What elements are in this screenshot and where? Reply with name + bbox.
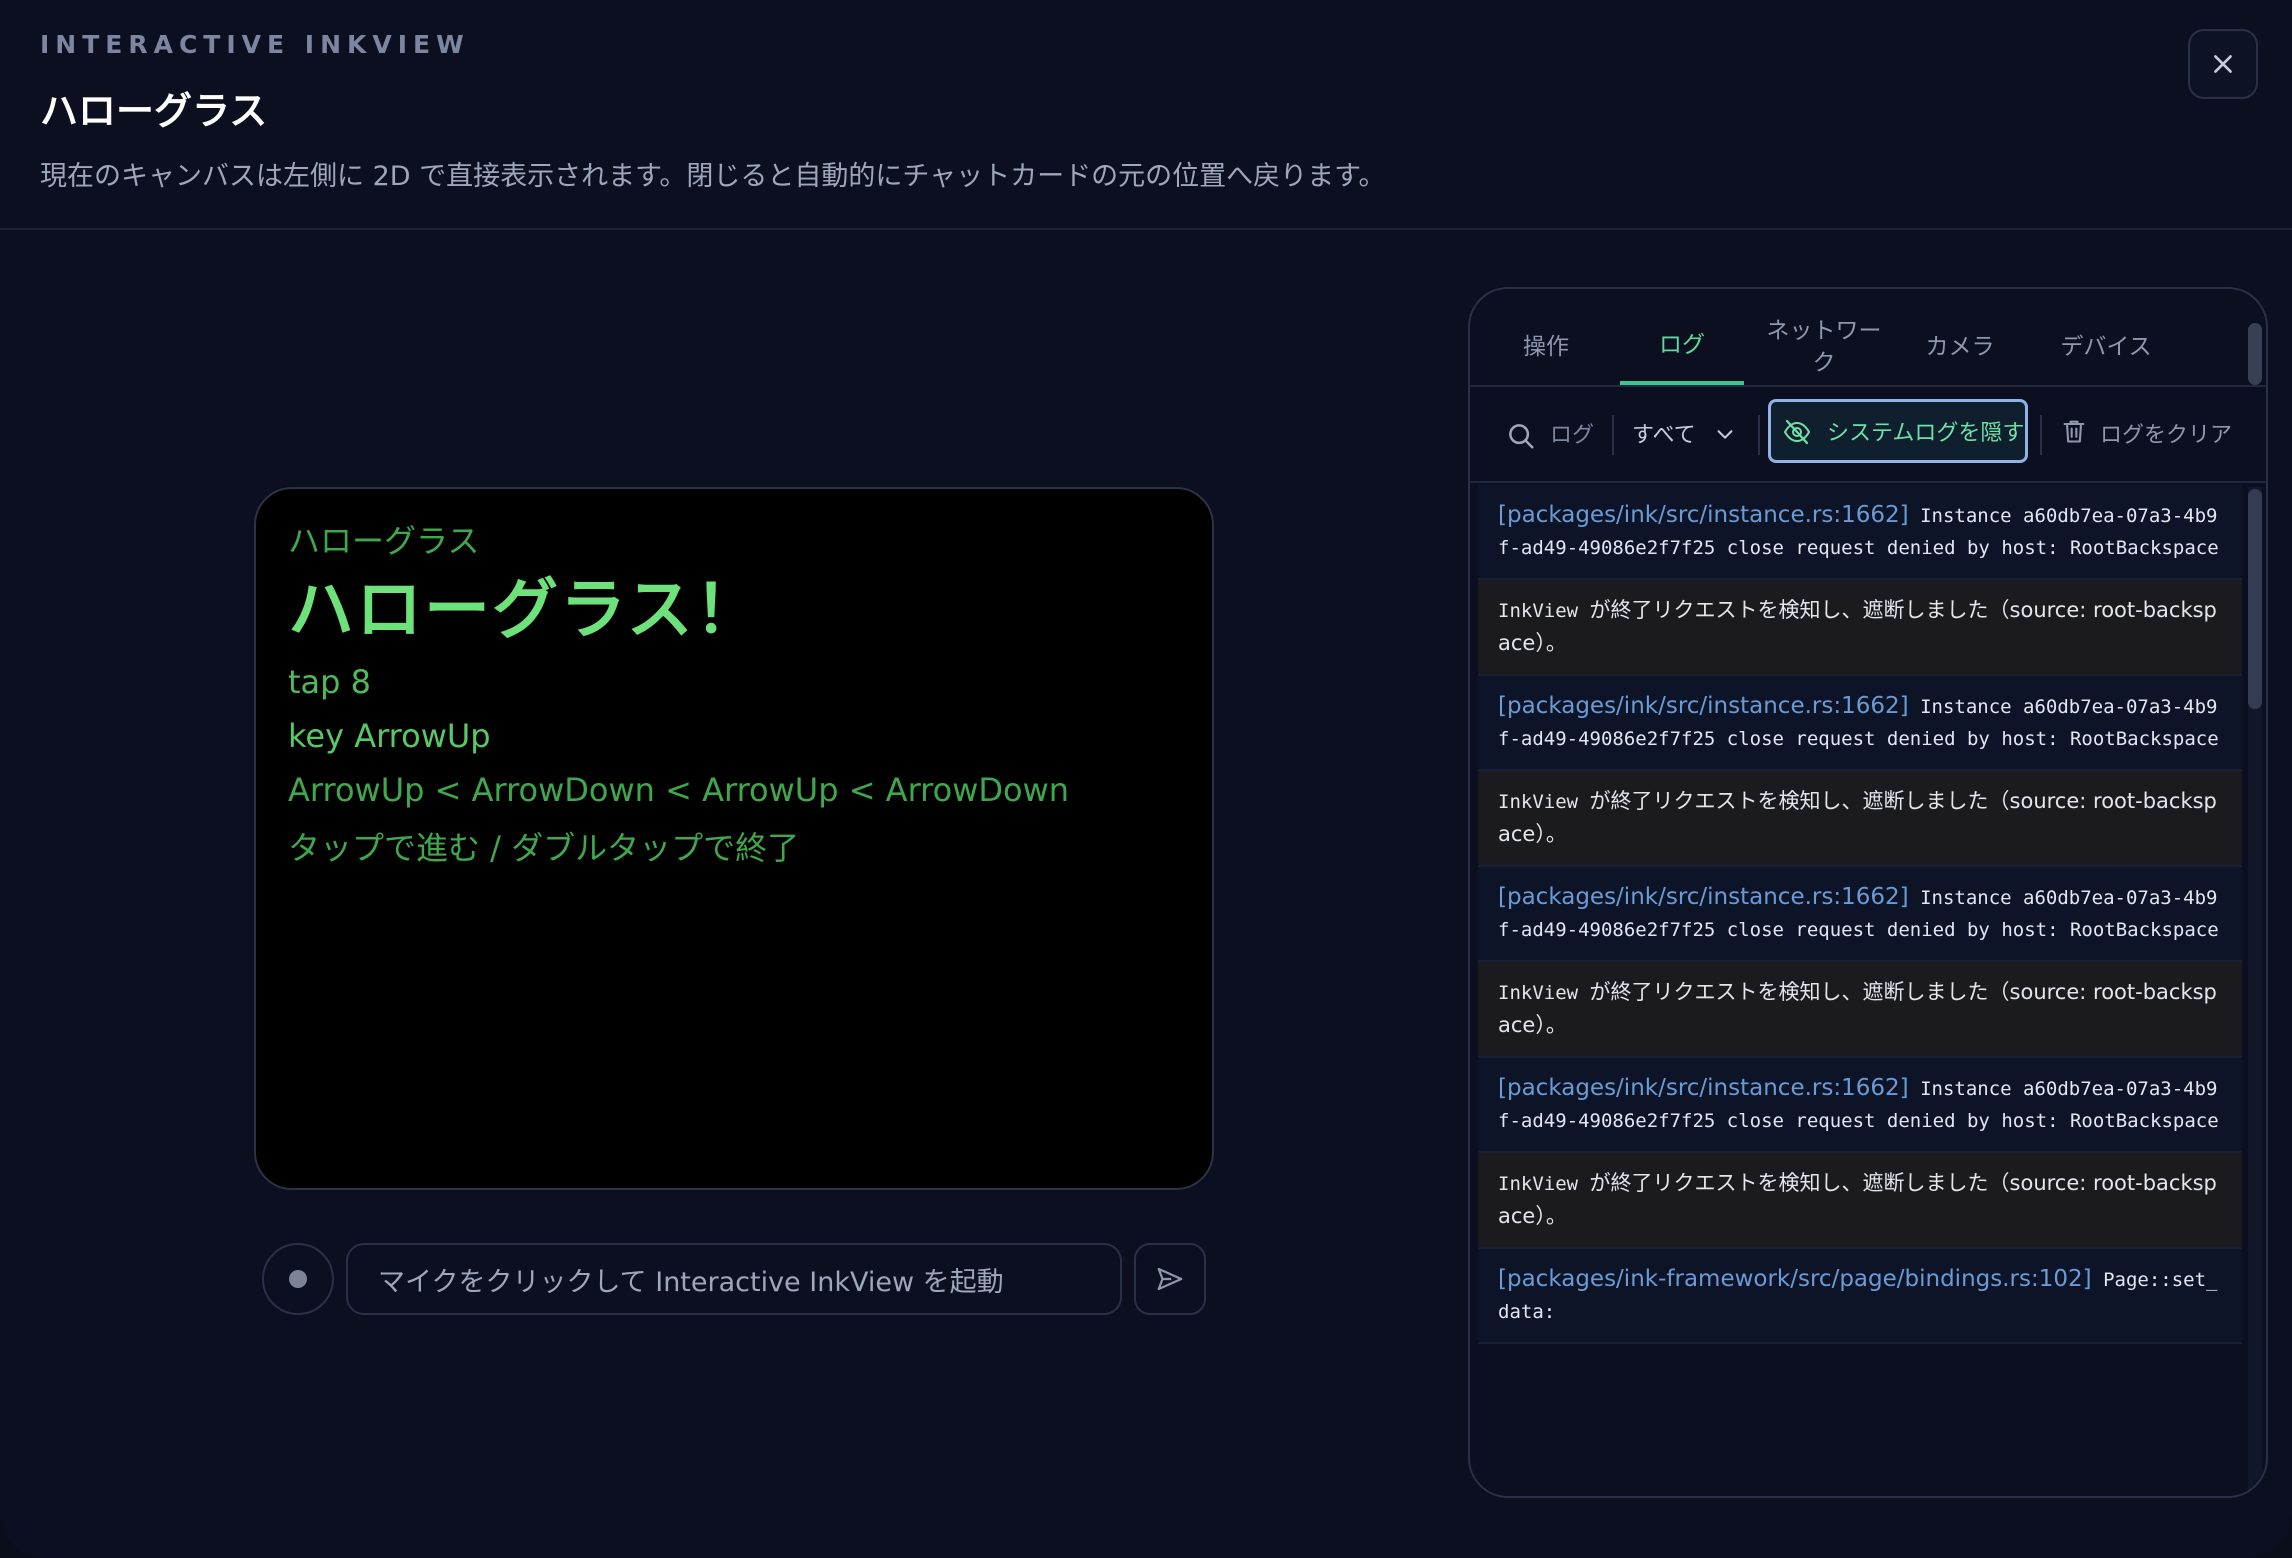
log-level-select[interactable]: すべて bbox=[1632, 417, 1696, 449]
inkview-canvas[interactable]: ハローグラス ハローグラス！ tap 8 key ArrowUp ArrowUp… bbox=[254, 487, 1214, 1190]
log-prefix: InkView bbox=[1498, 791, 1579, 813]
log-scrollbar-thumb[interactable] bbox=[2248, 489, 2262, 709]
log-source-link[interactable]: [packages/ink-framework/src/page/binding… bbox=[1498, 1266, 2092, 1292]
log-entry: [packages/ink/src/instance.rs:1662] Inst… bbox=[1478, 1058, 2242, 1153]
log-message: が終了リクエストを検知し、遮断しました（source: root-backspa… bbox=[1498, 789, 2217, 846]
tab-camera[interactable]: カメラ bbox=[1900, 309, 2020, 385]
toolbar-divider bbox=[1758, 415, 1760, 455]
modal-eyebrow: INTERACTIVE INKVIEW bbox=[40, 30, 470, 59]
panel-tabs: 操作 ログ ネットワーク カメラ デバイス bbox=[1470, 289, 2266, 387]
log-prefix: InkView bbox=[1498, 982, 1579, 1004]
log-entry: InkView が終了リクエストを検知し、遮断しました（source: root… bbox=[1478, 1153, 2242, 1249]
log-source-link[interactable]: [packages/ink/src/instance.rs:1662] bbox=[1498, 693, 1909, 719]
canvas-key-history: ArrowUp < ArrowDown < ArrowUp < ArrowDow… bbox=[288, 771, 1070, 809]
clear-logs-label: ログをクリア bbox=[2100, 423, 2233, 448]
toolbar-divider bbox=[1612, 415, 1614, 455]
inkview-modal: INTERACTIVE INKVIEW ハローグラス 現在のキャンバスは左側に … bbox=[0, 0, 2292, 1558]
trash-icon bbox=[2063, 420, 2085, 443]
log-source-link[interactable]: [packages/ink/src/instance.rs:1662] bbox=[1498, 502, 1909, 528]
toolbar-divider bbox=[2040, 415, 2042, 455]
mic-button[interactable] bbox=[262, 1243, 334, 1315]
tab-network[interactable]: ネットワーク bbox=[1760, 309, 1888, 385]
tab-device[interactable]: デバイス bbox=[2036, 309, 2176, 385]
hide-system-logs-label: システムログを隠す bbox=[1827, 421, 2025, 446]
log-entry: InkView が終了リクエストを検知し、遮断しました（source: root… bbox=[1478, 771, 2242, 867]
log-search-input[interactable]: ログ bbox=[1550, 417, 1594, 449]
log-prefix: InkView bbox=[1498, 1173, 1579, 1195]
close-icon bbox=[2214, 55, 2232, 73]
send-icon bbox=[1157, 1267, 1183, 1291]
eye-off-icon bbox=[1783, 419, 1811, 445]
clear-logs-button[interactable]: ログをクリア bbox=[2060, 417, 2232, 449]
search-icon bbox=[1509, 424, 1534, 449]
canvas-tap-count: tap 8 bbox=[288, 663, 371, 701]
hide-system-logs-button[interactable]: システムログを隠す bbox=[1768, 399, 2028, 463]
log-message: が終了リクエストを検知し、遮断しました（source: root-backspa… bbox=[1498, 1171, 2217, 1228]
canvas-big-title: ハローグラス！ bbox=[288, 571, 763, 648]
log-toolbar: ログ すべて システムログを隠す ログをクリア bbox=[1470, 389, 2266, 483]
log-entry: [packages/ink/src/instance.rs:1662] Inst… bbox=[1478, 867, 2242, 962]
log-message: が終了リクエストを検知し、遮断しました（source: root-backspa… bbox=[1498, 598, 2217, 655]
log-entry: [packages/ink/src/instance.rs:1662] Inst… bbox=[1478, 485, 2242, 580]
canvas-hint: タップで進む / ダブルタップで終了 bbox=[288, 829, 800, 867]
log-entry: InkView が終了リクエストを検知し、遮断しました（source: root… bbox=[1478, 962, 2242, 1058]
tabs-scrollbar[interactable] bbox=[2248, 323, 2262, 385]
prompt-placeholder: マイクをクリックして Interactive InkView を起動 bbox=[378, 1266, 1004, 1298]
log-message: が終了リクエストを検知し、遮断しました（source: root-backspa… bbox=[1498, 980, 2217, 1037]
canvas-last-key: key ArrowUp bbox=[288, 717, 491, 755]
modal-header: INTERACTIVE INKVIEW ハローグラス 現在のキャンバスは左側に … bbox=[0, 0, 2292, 230]
tab-log[interactable]: ログ bbox=[1620, 309, 1744, 385]
log-list[interactable]: [packages/ink/src/instance.rs:1662] Inst… bbox=[1478, 485, 2242, 1496]
modal-title: ハローグラス bbox=[40, 89, 268, 133]
mic-icon bbox=[289, 1270, 307, 1288]
chevron-down-icon[interactable] bbox=[1714, 423, 1736, 445]
log-source-link[interactable]: [packages/ink/src/instance.rs:1662] bbox=[1498, 1075, 1909, 1101]
log-entry: [packages/ink-framework/src/page/binding… bbox=[1478, 1249, 2242, 1344]
close-button[interactable] bbox=[2188, 29, 2258, 99]
devtools-panel: 操作 ログ ネットワーク カメラ デバイス ログ すべて システムログを隠す ロ… bbox=[1468, 287, 2268, 1498]
prompt-input[interactable]: マイクをクリックして Interactive InkView を起動 bbox=[346, 1243, 1122, 1315]
log-source-link[interactable]: [packages/ink/src/instance.rs:1662] bbox=[1498, 884, 1909, 910]
send-button[interactable] bbox=[1134, 1243, 1206, 1315]
log-entry: InkView が終了リクエストを検知し、遮断しました（source: root… bbox=[1478, 580, 2242, 676]
log-entry: [packages/ink/src/instance.rs:1662] Inst… bbox=[1478, 676, 2242, 771]
tab-operation[interactable]: 操作 bbox=[1500, 309, 1592, 385]
canvas-small-title: ハローグラス bbox=[288, 522, 480, 560]
log-prefix: InkView bbox=[1498, 600, 1579, 622]
modal-subtitle: 現在のキャンバスは左側に 2D で直接表示されます。閉じると自動的にチャットカー… bbox=[40, 161, 1386, 192]
